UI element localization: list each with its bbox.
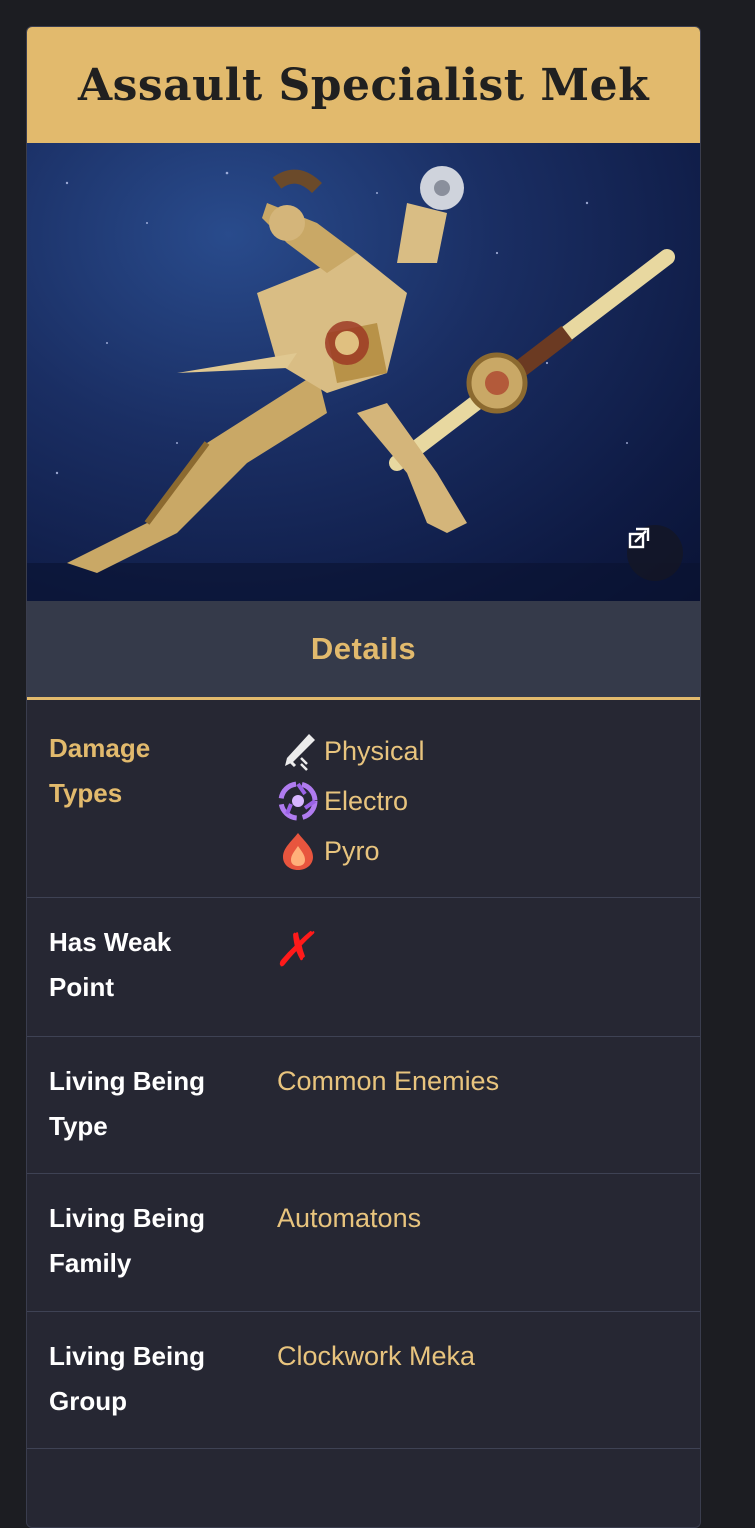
expand-image-button[interactable] xyxy=(627,525,683,581)
enemy-image[interactable] xyxy=(27,143,700,601)
living-being-group-row: Living Being Group Clockwork Meka xyxy=(27,1312,700,1449)
weak-point-value: ✗ xyxy=(271,920,700,1036)
details-title: Details xyxy=(310,631,417,666)
damage-type-physical[interactable]: Physical xyxy=(277,726,700,776)
living-being-group-label: Living Being Group xyxy=(49,1341,205,1416)
infobox: Assault Specialist Mek Details Damage Ty… xyxy=(26,26,701,1528)
electro-icon xyxy=(277,780,319,822)
living-being-family-link[interactable]: Automatons xyxy=(277,1196,700,1311)
pyro-icon xyxy=(277,830,319,872)
damage-type-pyro-label[interactable]: Pyro xyxy=(324,829,380,874)
damage-types-row: Damage Types Physical Electro Pyro xyxy=(27,700,700,898)
details-section-header: Details xyxy=(27,601,700,700)
damage-types-label: Damage Types xyxy=(49,733,151,808)
expand-icon xyxy=(628,527,650,549)
physical-icon xyxy=(277,730,319,772)
no-icon: ✗ xyxy=(271,922,324,978)
living-being-group-link[interactable]: Clockwork Meka xyxy=(277,1334,700,1448)
weak-point-row: Has Weak Point ✗ xyxy=(27,898,700,1037)
damage-type-electro[interactable]: Electro xyxy=(277,776,700,826)
damage-type-pyro[interactable]: Pyro xyxy=(277,826,700,876)
damage-type-physical-label[interactable]: Physical xyxy=(324,729,425,774)
living-being-type-label: Living Being Type xyxy=(49,1066,205,1141)
weak-point-label: Has Weak Point xyxy=(49,927,172,1002)
title-bar: Assault Specialist Mek xyxy=(27,27,700,143)
enemy-illustration xyxy=(27,166,700,601)
living-being-type-row: Living Being Type Common Enemies xyxy=(27,1037,700,1174)
living-being-family-row: Living Being Family Automatons xyxy=(27,1174,700,1312)
damage-type-electro-label[interactable]: Electro xyxy=(324,779,408,824)
page-title: Assault Specialist Mek xyxy=(77,59,650,111)
living-being-family-label: Living Being Family xyxy=(49,1203,205,1278)
damage-types-list: Physical Electro Pyro xyxy=(277,726,700,897)
living-being-type-link[interactable]: Common Enemies xyxy=(277,1059,700,1173)
